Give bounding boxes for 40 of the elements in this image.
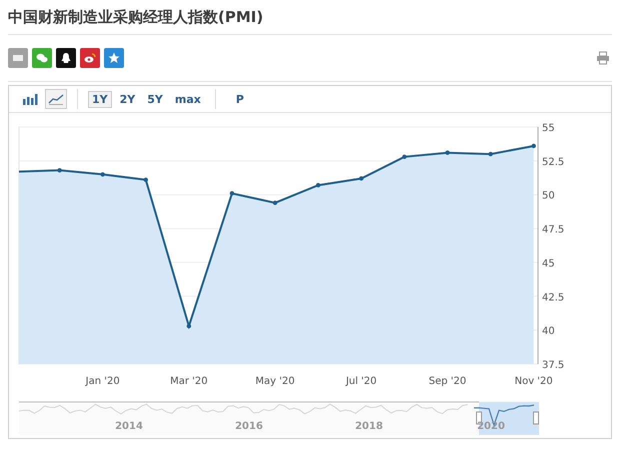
data-point bbox=[186, 324, 192, 328]
navigator-year-label: 2014 bbox=[115, 421, 143, 432]
data-point bbox=[57, 168, 62, 173]
range-button[interactable]: 1Y bbox=[88, 90, 112, 108]
page-title: 中国财新制造业采购经理人指数(PMI) bbox=[8, 7, 264, 28]
data-point bbox=[488, 152, 493, 156]
navigator-year-label: 2018 bbox=[355, 421, 383, 432]
y-axis-label: 50 bbox=[542, 190, 555, 202]
y-axis-label: 45 bbox=[542, 258, 555, 270]
print-icon[interactable] bbox=[596, 51, 610, 65]
navigator-year-label: 2016 bbox=[235, 421, 263, 432]
data-point bbox=[402, 154, 407, 159]
y-axis-label: 37.5 bbox=[542, 360, 564, 371]
x-axis-label: Sep '20 bbox=[428, 376, 466, 387]
data-point bbox=[100, 172, 105, 177]
data-point bbox=[359, 176, 364, 181]
range-button[interactable]: 2Y bbox=[116, 90, 140, 108]
range-selector[interactable] bbox=[474, 402, 539, 435]
y-axis-label: 42.5 bbox=[542, 292, 564, 304]
data-point bbox=[316, 183, 320, 188]
x-axis-label: Jan '20 bbox=[86, 376, 120, 387]
data-point bbox=[144, 178, 148, 182]
data-point bbox=[445, 150, 450, 155]
data-point bbox=[230, 191, 234, 196]
line-chart-icon[interactable] bbox=[45, 89, 67, 109]
y-axis-label: 40 bbox=[542, 326, 555, 338]
data-point bbox=[532, 144, 536, 148]
x-axis-label: Mar '20 bbox=[170, 376, 208, 387]
range-button[interactable]: 5Y bbox=[143, 90, 167, 108]
navigator-year-label: 2020 bbox=[477, 421, 505, 432]
x-axis-label: May '20 bbox=[255, 376, 295, 387]
y-axis-label: 55 bbox=[542, 123, 555, 134]
y-axis-label: 52.5 bbox=[542, 156, 564, 168]
data-point bbox=[272, 200, 278, 206]
x-axis-label: Nov '20 bbox=[514, 376, 553, 387]
y-axis-label: 47.5 bbox=[542, 224, 564, 236]
range-button[interactable]: max bbox=[170, 90, 205, 108]
p-button[interactable]: P bbox=[232, 90, 248, 108]
x-axis-label: Jul '20 bbox=[346, 376, 377, 387]
share-icon[interactable] bbox=[56, 48, 76, 68]
